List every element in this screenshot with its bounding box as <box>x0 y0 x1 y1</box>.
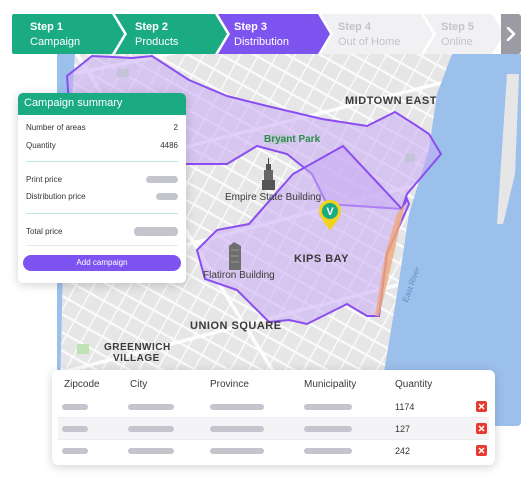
step-number: Step 1 <box>30 21 64 33</box>
city-placeholder <box>128 404 174 410</box>
table-row: 242 <box>58 440 489 462</box>
column-header-city: City <box>130 379 148 390</box>
delete-row-button[interactable] <box>476 401 487 412</box>
number-of-areas-row: Number of areas 2 <box>26 123 178 132</box>
map-label-greenwich: GREENWICH <box>104 342 171 353</box>
quantity-row: Quantity 4486 <box>26 141 178 150</box>
number-of-areas-label: Number of areas <box>26 123 86 132</box>
step-number: Step 2 <box>135 21 169 33</box>
number-of-areas-value: 2 <box>173 123 178 132</box>
print-price-placeholder <box>146 176 178 183</box>
map-label-midtown-east: MIDTOWN EAST <box>345 95 437 107</box>
step-label: Campaign <box>30 36 81 48</box>
zipcode-placeholder <box>62 448 88 454</box>
province-placeholder <box>210 448 264 454</box>
map-label-flatiron: Flatiron Building <box>203 270 275 281</box>
divider <box>26 213 178 214</box>
flatiron-building-icon <box>229 242 241 270</box>
map-label-empire-state: Empire State Building <box>225 192 322 203</box>
add-campaign-button[interactable]: Add campaign <box>23 255 181 271</box>
column-header-quantity: Quantity <box>395 379 433 390</box>
step-number: Step 3 <box>234 21 268 33</box>
close-icon <box>478 447 485 454</box>
municipality-placeholder <box>304 448 352 454</box>
close-icon <box>478 403 485 410</box>
municipality-placeholder <box>304 426 352 432</box>
city-placeholder <box>128 426 174 432</box>
step-online[interactable]: Step 5 Online <box>424 14 504 54</box>
zipcode-placeholder <box>62 426 88 432</box>
step-campaign[interactable]: Step 1 Campaign <box>12 14 124 54</box>
step-label: Out of Home <box>338 36 401 48</box>
campaign-summary-card: Campaign summary Number of areas 2 Quant… <box>18 93 186 283</box>
distribution-price-row: Distribution price <box>26 192 178 201</box>
next-step-button[interactable] <box>501 14 521 54</box>
quantity-label: Quantity <box>26 141 56 150</box>
quantity-cell: 1174 <box>395 402 415 412</box>
divider <box>26 245 178 246</box>
step-out-of-home[interactable]: Step 4 Out of Home <box>321 14 433 54</box>
province-placeholder <box>210 404 264 410</box>
column-header-province: Province <box>210 379 249 390</box>
map-label-kips-bay: KIPS BAY <box>294 253 349 265</box>
province-placeholder <box>210 426 264 432</box>
table-row: 127 <box>58 418 489 440</box>
map-label-bryant-park: Bryant Park <box>264 134 321 145</box>
distribution-price-placeholder <box>156 193 178 200</box>
delete-row-button[interactable] <box>476 445 487 456</box>
map-label-village: VILLAGE <box>113 353 160 364</box>
close-icon <box>478 425 485 432</box>
areas-table: Zipcode City Province Municipality Quant… <box>52 370 495 465</box>
step-number: Step 5 <box>441 21 475 33</box>
quantity-cell: 127 <box>395 424 411 434</box>
divider <box>26 161 178 162</box>
progress-stepper: Step 1 Campaign Step 2 Products Step 3 D… <box>12 14 521 54</box>
step-products[interactable]: Step 2 Products <box>115 14 227 54</box>
municipality-placeholder <box>304 404 352 410</box>
chevron-right-icon <box>506 27 516 41</box>
total-price-label: Total price <box>26 227 63 236</box>
pin-letter: V <box>326 206 334 218</box>
map-label-union-square: UNION SQUARE <box>190 320 282 332</box>
total-price-row: Total price <box>26 227 178 236</box>
step-distribution[interactable]: Step 3 Distribution <box>218 14 330 54</box>
summary-title: Campaign summary <box>18 93 186 115</box>
column-header-zipcode: Zipcode <box>64 379 100 390</box>
total-price-placeholder <box>134 227 178 236</box>
step-label: Online <box>441 36 473 48</box>
print-price-label: Print price <box>26 175 63 184</box>
quantity-cell: 242 <box>395 446 411 456</box>
step-label: Distribution <box>234 36 290 48</box>
distribution-price-label: Distribution price <box>26 192 86 201</box>
zipcode-placeholder <box>62 404 88 410</box>
park <box>77 344 89 354</box>
step-number: Step 4 <box>338 21 372 33</box>
column-header-municipality: Municipality <box>304 379 357 390</box>
print-price-row: Print price <box>26 175 178 184</box>
step-label: Products <box>135 36 179 48</box>
table-row: 1174 <box>58 396 489 418</box>
delete-row-button[interactable] <box>476 423 487 434</box>
city-placeholder <box>128 448 174 454</box>
quantity-value: 4486 <box>160 141 178 150</box>
